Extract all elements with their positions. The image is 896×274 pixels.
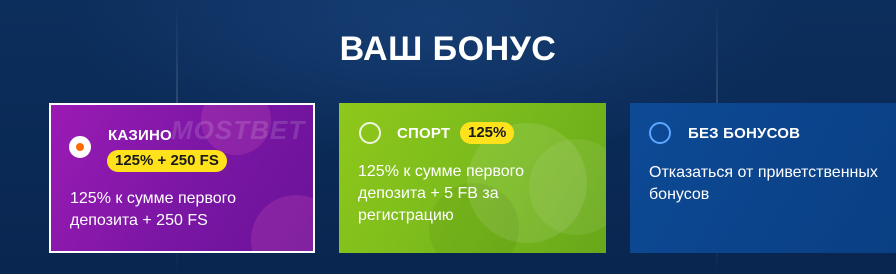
bonus-card-description: Отказаться от приветственных бонусов: [649, 164, 878, 203]
bonus-card-sport[interactable]: СПОРТ 125% 125% к сумме первого депозита…: [339, 103, 606, 253]
radio-selected-dot: [76, 143, 84, 151]
bonus-card-casino[interactable]: MOSTBET КАЗИНО 125% + 250 FS 125% к сумм…: [49, 103, 315, 253]
bonus-card-description: 125% к сумме первого депозита + 5 FB за …: [358, 163, 525, 224]
radio-button[interactable]: [359, 122, 381, 144]
radio-button[interactable]: [649, 122, 671, 144]
bonus-card-title: БЕЗ БОНУСОВ: [688, 125, 801, 142]
bonus-card-title: СПОРТ: [397, 125, 451, 142]
radio-button-selected[interactable]: [69, 136, 91, 158]
bonus-badge: 125%: [460, 122, 515, 144]
bonus-card-title: КАЗИНО: [108, 127, 172, 144]
watermark-logo: MOSTBET: [171, 115, 306, 145]
bonus-card-description: 125% к сумме первого депозита + 250 FS: [70, 190, 237, 229]
bonus-badge: 125% + 250 FS: [107, 150, 227, 172]
bonus-card-no-bonus[interactable]: БЕЗ БОНУСОВ Отказаться от приветственных…: [630, 103, 896, 253]
page-title: ВАШ БОНУС: [339, 30, 557, 68]
